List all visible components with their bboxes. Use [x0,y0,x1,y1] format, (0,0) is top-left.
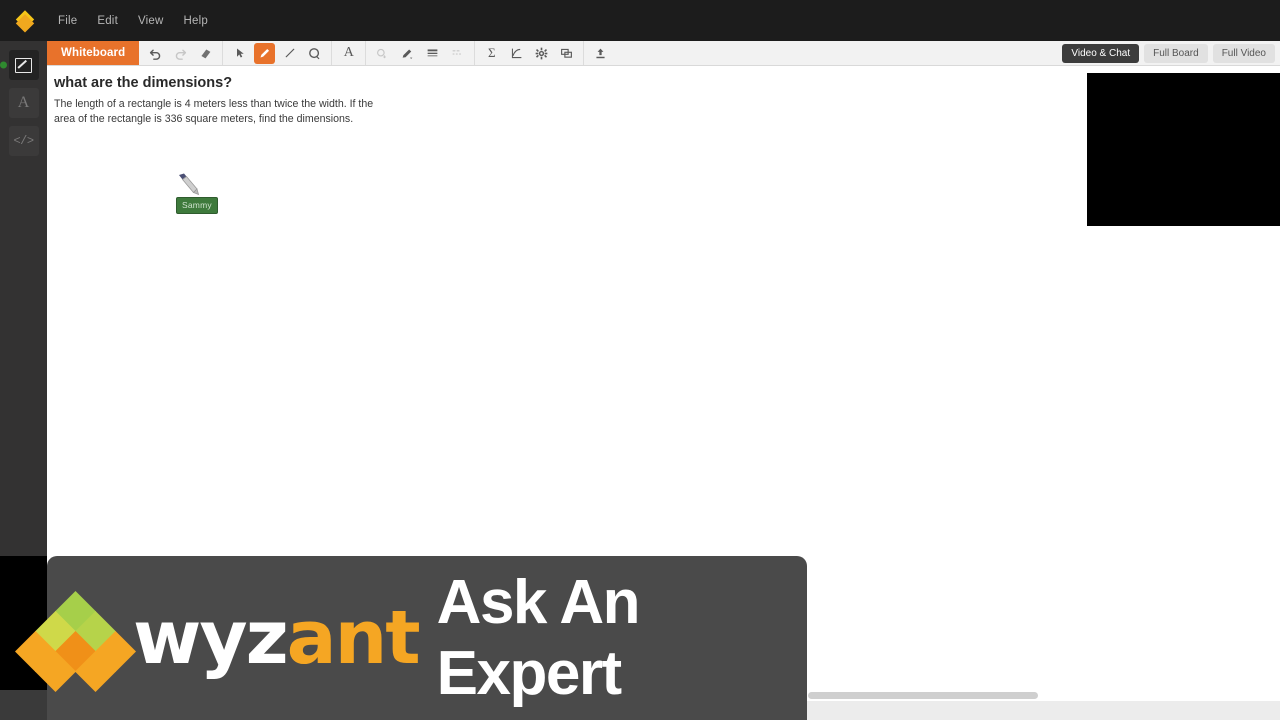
wyzant-logo-icon [14,590,137,693]
question-title: what are the dimensions? [54,75,233,91]
line-weight-icon[interactable] [422,43,443,64]
wyzant-brand-second: ant [286,595,421,681]
toolbar-group-text: A [332,41,367,65]
view-mode-buttons: Video & Chat Full Board Full Video [1057,41,1280,65]
fill-bucket-icon[interactable] [372,43,393,64]
view-full-board-button[interactable]: Full Board [1144,43,1208,63]
text-tool-icon[interactable]: A [338,43,359,64]
menu-edit[interactable]: Edit [87,11,128,31]
whiteboard-icon [15,57,32,73]
sidebar-item-text[interactable]: A [8,88,39,118]
view-video-chat-button[interactable]: Video & Chat [1062,43,1140,63]
layers-icon[interactable] [556,43,577,64]
menu-file[interactable]: File [48,11,87,31]
code-editor-icon: </> [13,134,34,148]
menu-bar: File Edit View Help [0,0,1280,41]
video-feed-panel[interactable] [1087,73,1280,226]
pencil-cursor [175,172,201,198]
text-document-icon: A [17,94,30,111]
graph-plot-icon[interactable] [506,43,527,64]
toolbar-group-tools [223,41,333,65]
line-dash-icon[interactable] [447,43,468,64]
app-logo-icon [14,9,36,33]
math-sigma-icon[interactable]: Σ [481,43,502,64]
app-root: File Edit View Help A </> Whiteboard A Σ… [0,0,1280,720]
sidebar-item-code[interactable]: </> [8,126,39,156]
upload-icon[interactable] [590,43,611,64]
view-full-video-button[interactable]: Full Video [1212,43,1275,63]
wyzant-branding-overlay: wyz ant Ask An Expert [14,556,807,720]
horizontal-scrollbar-thumb[interactable] [808,692,1038,699]
shape-circle-icon[interactable] [304,43,325,64]
toolbar-group-insert: Σ [475,41,585,65]
wyzant-brand-first: wyz [133,595,289,681]
ask-an-expert-tagline: Ask An Expert [436,568,641,708]
redo-icon[interactable] [170,43,191,64]
undo-icon[interactable] [145,43,166,64]
remote-cursor-name-tag: Sammy [176,197,218,214]
left-sidebar: A </> [0,41,47,556]
line-icon[interactable] [279,43,300,64]
pencil-icon[interactable] [254,42,276,64]
menu-help[interactable]: Help [174,11,218,31]
wyzant-wordmark: wyz ant [133,595,421,681]
menu-view[interactable]: View [128,11,174,31]
pen-color-icon[interactable] [397,43,418,64]
select-pointer-icon[interactable] [229,43,250,64]
toolbar-group-style [366,41,476,65]
question-body: The length of a rectangle is 4 meters le… [54,98,374,125]
toolbar-group-history [139,41,224,65]
settings-gear-icon[interactable] [531,43,552,64]
whiteboard-tab[interactable]: Whiteboard [47,41,140,65]
bottom-left-chrome [0,690,47,720]
eraser-icon[interactable] [195,43,216,64]
main-toolbar: Whiteboard A Σ Video & Chat Full Board F… [47,41,1280,66]
sidebar-item-whiteboard[interactable] [8,50,39,80]
toolbar-group-upload [584,41,617,65]
